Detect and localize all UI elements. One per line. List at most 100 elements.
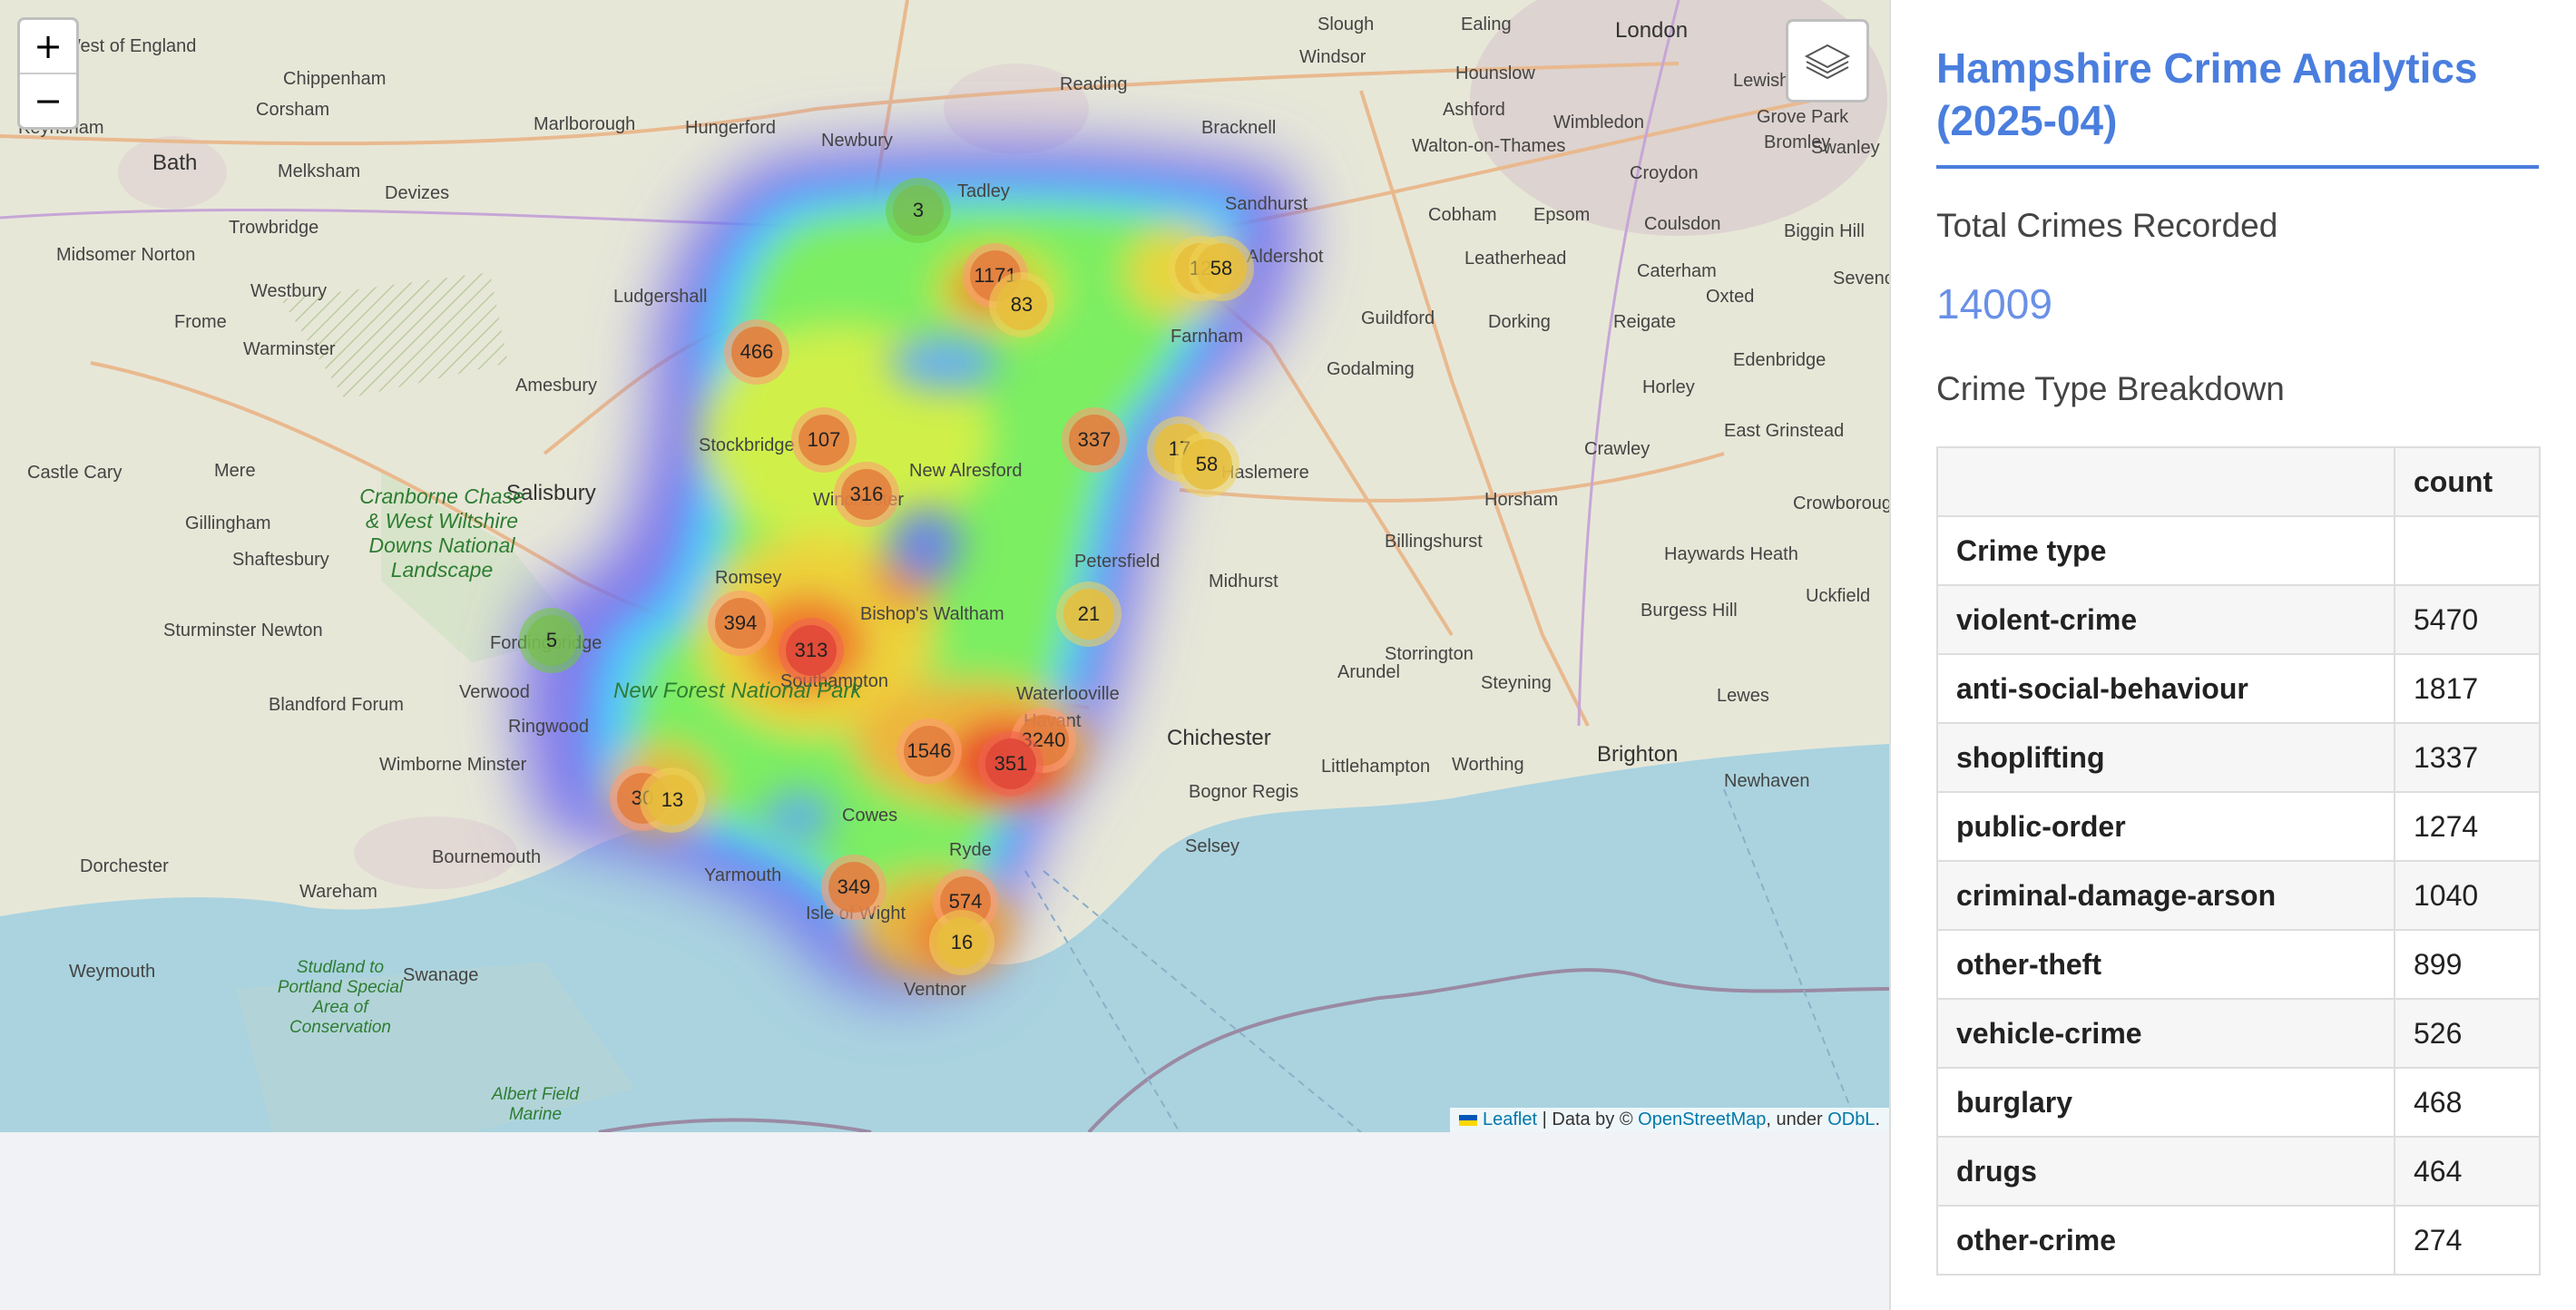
- place-label: New Alresford: [909, 461, 1023, 481]
- place-label: Cobham: [1428, 205, 1497, 225]
- place-label: Wareham: [299, 882, 377, 902]
- place-label: Guildford: [1361, 308, 1435, 328]
- place-label: Albert Field Marine: [491, 1085, 580, 1124]
- place-label: Bournemouth: [432, 847, 542, 867]
- place-label: Newbury: [821, 131, 893, 151]
- place-label: Mere: [214, 461, 256, 481]
- place-label: Ryde: [949, 840, 992, 860]
- table-row: criminal-damage-arson 1040: [1936, 860, 2541, 931]
- place-label: Windsor: [1299, 47, 1366, 67]
- marker-cluster[interactable]: 3: [886, 178, 951, 243]
- place-label: Castle Cary: [27, 463, 122, 483]
- place-label: Romsey: [715, 568, 782, 588]
- marker-cluster[interactable]: 83: [989, 272, 1054, 337]
- table-row: shoplifting 1337: [1936, 722, 2541, 793]
- place-label: Midsomer Norton: [56, 245, 196, 265]
- marker-cluster[interactable]: 58: [1174, 432, 1239, 497]
- place-label: Hounslow: [1455, 64, 1535, 83]
- place-label: Grove Park: [1757, 107, 1849, 127]
- marker-cluster[interactable]: 107: [791, 407, 857, 473]
- place-label: Petersfield: [1074, 552, 1161, 572]
- table-row: other-theft 899: [1936, 929, 2541, 1000]
- layers-control-button[interactable]: [1786, 19, 1869, 103]
- marker-cluster-count: 83: [996, 279, 1047, 330]
- place-label: Wimborne Minster: [379, 755, 527, 775]
- marker-cluster-label: 13: [661, 788, 684, 811]
- crime-type-cell: anti-social-behaviour: [1936, 653, 2395, 724]
- place-label: Selsey: [1185, 836, 1240, 856]
- marker-cluster[interactable]: 337: [1062, 407, 1127, 473]
- marker-cluster[interactable]: 16: [929, 910, 994, 975]
- leaflet-link[interactable]: Leaflet: [1483, 1110, 1537, 1129]
- count-cell: 468: [2394, 1067, 2541, 1138]
- place-label: Haywards Heath: [1664, 544, 1798, 564]
- osm-link[interactable]: OpenStreetMap: [1638, 1110, 1766, 1129]
- marker-cluster-count: 313: [786, 625, 837, 676]
- odbl-link[interactable]: ODbL: [1827, 1110, 1875, 1129]
- sidebar-panel: Hampshire Crime Analytics (2025-04) Tota…: [1889, 0, 2576, 1310]
- marker-cluster[interactable]: 394: [708, 591, 773, 656]
- place-label: Chippenham: [283, 69, 387, 89]
- place-label: Godalming: [1327, 359, 1415, 379]
- crime-map[interactable]: London Ealing Slough Windsor Hounslow Wi…: [0, 0, 1889, 1132]
- place-label: Caterham: [1637, 261, 1717, 281]
- marker-cluster-label: 349: [837, 875, 871, 898]
- place-label: Brighton: [1597, 742, 1679, 767]
- crime-type-cell: violent-crime: [1936, 584, 2395, 655]
- table-header-row: count: [1936, 446, 2541, 517]
- marker-cluster-count: 351: [985, 738, 1036, 789]
- place-label: Trowbridge: [229, 218, 319, 238]
- crime-type-cell: burglary: [1936, 1067, 2395, 1138]
- marker-cluster[interactable]: 316: [834, 462, 899, 527]
- count-cell: 526: [2394, 998, 2541, 1069]
- count-cell: 5470: [2394, 584, 2541, 655]
- marker-cluster-count: 466: [731, 327, 782, 377]
- marker-cluster-count: 58: [1196, 243, 1247, 294]
- place-label: Crowborough: [1793, 494, 1889, 513]
- table-row: public-order 1274: [1936, 791, 2541, 862]
- place-label: Sevenoaks: [1833, 269, 1889, 288]
- place-label: Amesbury: [515, 376, 598, 396]
- crime-type-cell: vehicle-crime: [1936, 998, 2395, 1069]
- marker-cluster-label: 466: [739, 340, 774, 363]
- count-cell: 1040: [2394, 860, 2541, 931]
- count-column-header: count: [2394, 446, 2541, 517]
- place-label: Chichester: [1167, 726, 1271, 750]
- place-label: Wimbledon: [1553, 112, 1645, 132]
- place-label: Edenbridge: [1733, 350, 1827, 370]
- marker-cluster[interactable]: 313: [779, 618, 844, 683]
- place-label: Oxted: [1706, 287, 1755, 307]
- marker-cluster-count: 316: [841, 469, 892, 520]
- place-label: Horsham: [1484, 490, 1559, 510]
- place-label: Lewes: [1717, 686, 1769, 706]
- marker-cluster[interactable]: 13: [640, 767, 705, 833]
- marker-cluster-label: 58: [1195, 453, 1219, 475]
- crime-type-cell: drugs: [1936, 1136, 2395, 1207]
- place-label: Arundel: [1337, 662, 1400, 682]
- zoom-in-button[interactable]: +: [20, 20, 76, 73]
- marker-cluster-label: 1546: [906, 739, 952, 762]
- marker-cluster-count: 3: [893, 185, 944, 236]
- marker-cluster-count: 13: [647, 775, 698, 826]
- marker-cluster-label: 107: [807, 428, 841, 451]
- marker-cluster[interactable]: 21: [1056, 582, 1121, 647]
- marker-cluster[interactable]: 5: [519, 608, 584, 673]
- marker-cluster[interactable]: 351: [978, 731, 1043, 797]
- marker-cluster[interactable]: 466: [724, 319, 789, 385]
- place-label: Dorchester: [80, 856, 169, 876]
- place-label: Slough: [1317, 15, 1375, 34]
- marker-cluster-count: 107: [798, 415, 849, 465]
- table-corner-cell: [1936, 446, 2395, 517]
- marker-cluster-label: 21: [1077, 602, 1101, 625]
- marker-cluster[interactable]: 58: [1189, 236, 1254, 301]
- count-cell: 1337: [2394, 722, 2541, 793]
- total-crimes-label: Total Crimes Recorded: [1936, 207, 2278, 244]
- zoom-out-button[interactable]: −: [20, 73, 76, 127]
- place-label: Ringwood: [508, 717, 589, 737]
- breakdown-label: Crime Type Breakdown: [1936, 370, 2285, 407]
- marker-cluster[interactable]: 1546: [896, 719, 962, 784]
- marker-cluster[interactable]: 349: [821, 855, 886, 920]
- place-label: Croydon: [1630, 163, 1699, 183]
- marker-cluster-label: 83: [1010, 293, 1033, 316]
- crime-type-cell: public-order: [1936, 791, 2395, 862]
